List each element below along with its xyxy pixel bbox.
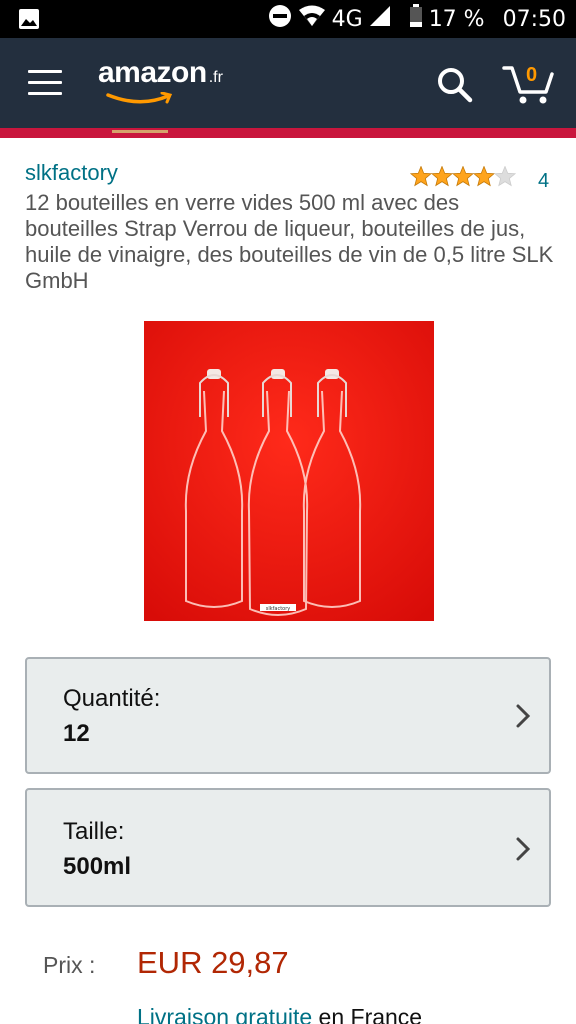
search-icon[interactable] (436, 66, 474, 109)
star-filled-icon (472, 166, 496, 187)
banner-strip (0, 128, 576, 138)
clock: 07:50 (502, 6, 566, 32)
menu-icon[interactable] (28, 70, 62, 96)
smile-icon (106, 92, 173, 104)
battery-level: 17 % (428, 6, 485, 32)
star-filled-icon (410, 166, 433, 187)
price-label: Prix : (43, 952, 96, 978)
price-value: EUR 29,87 (137, 945, 289, 980)
size-label: Taille: (63, 818, 125, 845)
quantity-label: Quantité: (63, 685, 161, 712)
logo-word: amazon (98, 56, 207, 89)
size-selector[interactable]: Taille: 500ml (25, 788, 551, 907)
logo-tld: .fr (208, 69, 223, 86)
product-image[interactable]: slkfactory (144, 321, 434, 621)
delivery-info: Livraison gratuite en France (137, 1004, 422, 1024)
delivery-region: en France (312, 1004, 423, 1024)
rating-stars[interactable] (410, 166, 516, 188)
image-label: slkfactory (266, 606, 291, 612)
chevron-right-icon (515, 836, 531, 867)
star-filled-icon (451, 166, 475, 187)
chevron-right-icon (515, 703, 531, 734)
signal-icon (369, 5, 391, 33)
product-title: 12 bouteilles en verre vides 500 ml avec… (25, 190, 554, 293)
image-icon (18, 8, 40, 36)
brand-link[interactable]: slkfactory (25, 160, 118, 186)
battery-icon (409, 4, 423, 34)
star-empty-icon (493, 166, 516, 187)
app-header: amazon .fr 0 (0, 38, 576, 128)
network-type: 4G (331, 6, 363, 32)
quantity-value: 12 (63, 720, 90, 747)
do-not-disturb-icon (268, 4, 292, 34)
cart-count: 0 (526, 64, 538, 86)
status-bar: 4G 17 % 07:50 (0, 0, 576, 38)
amazon-logo[interactable]: amazon .fr (98, 56, 223, 104)
star-filled-icon (430, 166, 454, 187)
quantity-selector[interactable]: Quantité: 12 (25, 657, 551, 774)
cart-icon[interactable]: 0 (502, 62, 556, 111)
size-value: 500ml (63, 853, 132, 880)
wifi-icon (298, 5, 326, 33)
free-delivery-link[interactable]: Livraison gratuite (137, 1004, 312, 1024)
